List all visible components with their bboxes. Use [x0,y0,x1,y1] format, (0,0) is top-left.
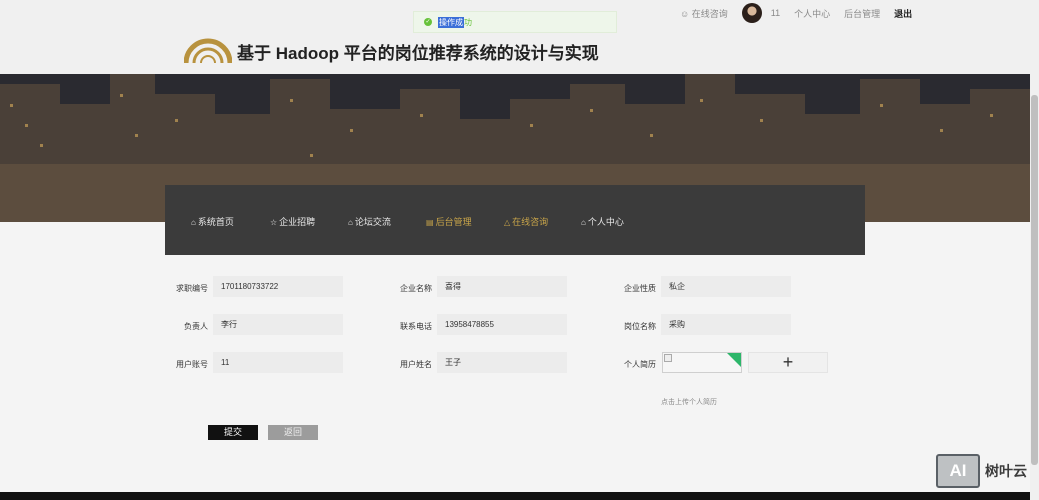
nav-consult[interactable]: △ 在线咨询 [504,215,548,228]
account-label: 用户账号 [176,360,208,369]
company-label: 企业名称 [400,284,432,293]
job-no-field[interactable]: 1701180733722 [213,276,343,297]
top-username: 11 [770,8,781,18]
name-field[interactable]: 王子 [437,352,567,373]
nav-admin[interactable]: ▤ 后台管理 [426,215,472,228]
warning-icon: △ [504,218,511,227]
forum-icon: ⌂ [348,218,353,227]
nav-forum[interactable]: ⌂ 论坛交流 [348,215,391,228]
nav-recruit[interactable]: ☆ 企业招聘 [270,215,315,228]
submit-button[interactable]: 提交 [208,425,258,440]
top-consult-link[interactable]: ☺ 在线咨询 [680,7,728,20]
resume-thumbnail[interactable] [662,352,742,373]
broken-image-icon [664,354,672,362]
nature-field[interactable]: 私企 [661,276,791,297]
owner-label: 负责人 [184,322,208,331]
logout-link[interactable]: 退出 [894,7,912,20]
nav-home[interactable]: ⌂ 系统首页 [191,215,234,228]
nature-label: 企业性质 [624,284,656,293]
toast-message-selected: 操作成 [438,16,464,28]
top-user-menu: ☺ 在线咨询 11 个人中心 后台管理 退出 [680,3,912,23]
resume-upload-button[interactable]: + [748,352,828,373]
resume-label: 个人简历 [624,360,656,369]
footer-bar [0,492,1030,500]
watermark: AI 树叶云 [936,454,1027,488]
phone-label: 联系电话 [400,322,432,331]
top-admin-link[interactable]: 后台管理 [844,7,880,20]
site-logo-icon [184,38,232,64]
owner-field[interactable]: 李行 [213,314,343,335]
avatar[interactable] [741,3,762,23]
star-icon: ☆ [270,218,278,227]
main-nav: ⌂ 系统首页 ☆ 企业招聘 ⌂ 论坛交流 ▤ 后台管理 △ 在线咨询 ⌂ 个人中心 [165,185,865,255]
position-label: 岗位名称 [624,322,656,331]
phone-field[interactable]: 13958478855 [437,314,567,335]
check-circle-icon: ✓ [424,18,432,26]
success-toast: ✓ 操作成功 [413,11,617,33]
toast-message-rest: 功 [464,17,472,27]
user-circle-icon: ☺ [680,8,690,19]
nav-profile[interactable]: ⌂ 个人中心 [581,215,624,228]
admin-icon: ▤ [426,218,434,227]
watermark-logo: AI [936,454,980,488]
upload-hint: 点击上传个人简历 [661,399,717,406]
company-field[interactable]: 喜得 [437,276,567,297]
position-field[interactable]: 采购 [661,314,791,335]
job-no-label: 求职编号 [176,284,208,293]
home-icon: ⌂ [191,218,196,227]
home-icon: ⌂ [581,218,586,227]
page-title: 基于 Hadoop 平台的岗位推荐系统的设计与实现 [237,44,599,63]
site-header: 基于 Hadoop 平台的岗位推荐系统的设计与实现 [0,26,1030,74]
upload-success-corner-icon [727,353,741,367]
page-scrollbar-thumb[interactable] [1031,95,1038,465]
account-field[interactable]: 11 [213,352,343,373]
top-profile-link[interactable]: 个人中心 [794,7,830,20]
back-button[interactable]: 返回 [268,425,318,440]
name-label: 用户姓名 [400,360,432,369]
watermark-text: 树叶云 [985,463,1027,479]
